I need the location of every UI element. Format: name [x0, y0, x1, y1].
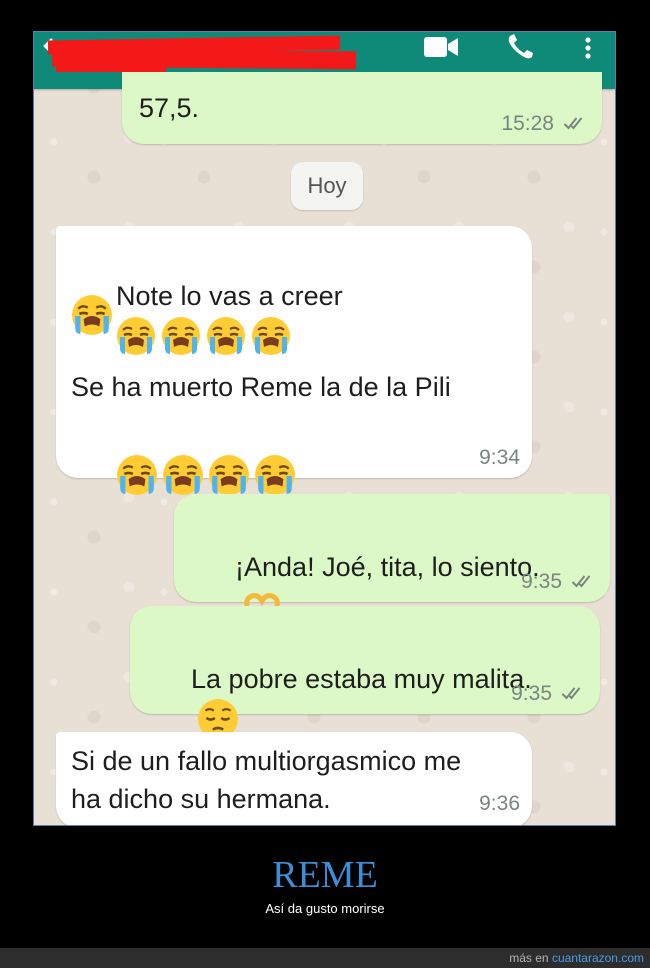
- post-subtitle: Así da gusto morirse: [265, 901, 385, 916]
- chat-screenshot: 57,5. 15:28 Hoy Note lo vas a creer Se h…: [33, 31, 616, 826]
- crying-face-icon: [116, 315, 157, 356]
- double-check-icon: [563, 117, 583, 129]
- crying-face-icon: [254, 454, 297, 496]
- message-bubble-outgoing[interactable]: La pobre estaba muy malita. 9:35: [130, 606, 600, 740]
- post-title: REME: [272, 854, 378, 896]
- message-time: 9:34: [479, 446, 520, 469]
- redaction-mark: [56, 62, 166, 72]
- date-separator: Hoy: [291, 162, 363, 210]
- double-check-icon: [571, 575, 591, 587]
- message-bubble-incoming[interactable]: Si de un fallo multiorgasmico me ha dich…: [56, 732, 532, 825]
- crying-face-icon: [161, 315, 202, 356]
- message-bubble-outgoing[interactable]: 57,5. 15:28: [122, 72, 602, 144]
- message-bubble-incoming[interactable]: Note lo vas a creer Se ha muerto Reme la…: [56, 226, 532, 496]
- phone-call-icon[interactable]: [506, 34, 536, 60]
- crying-face-icon: [71, 294, 113, 336]
- video-call-icon[interactable]: [423, 36, 459, 58]
- message-text-line: Se ha muerto Reme la de la Pili: [71, 372, 451, 402]
- message-text-line: Si de un fallo multiorgasmico me: [71, 746, 462, 776]
- double-check-icon: [561, 687, 581, 699]
- crying-face-icon: [162, 454, 205, 496]
- message-text: 57,5.: [139, 93, 200, 123]
- footer-text: más en cuantarazon.com: [509, 951, 644, 965]
- message-time: 15:28: [501, 112, 586, 136]
- crying-face-icon: [208, 454, 251, 496]
- site-link[interactable]: cuantarazon.com: [552, 951, 644, 965]
- crying-face-icon: [116, 454, 159, 496]
- crying-face-icon: [206, 315, 247, 356]
- message-time: 9:36: [479, 792, 520, 815]
- crying-face-icon: [251, 315, 292, 356]
- more-options-icon[interactable]: [582, 36, 594, 60]
- footer-bar: más en cuantarazon.com: [0, 948, 650, 968]
- message-time: 9:35: [521, 570, 594, 594]
- message-text-line: ha dicho su hermana.: [71, 784, 331, 814]
- message-bubble-outgoing[interactable]: ¡Anda! Joé, tita, lo siento. 9:35: [174, 494, 610, 602]
- message-time: 9:35: [511, 682, 584, 706]
